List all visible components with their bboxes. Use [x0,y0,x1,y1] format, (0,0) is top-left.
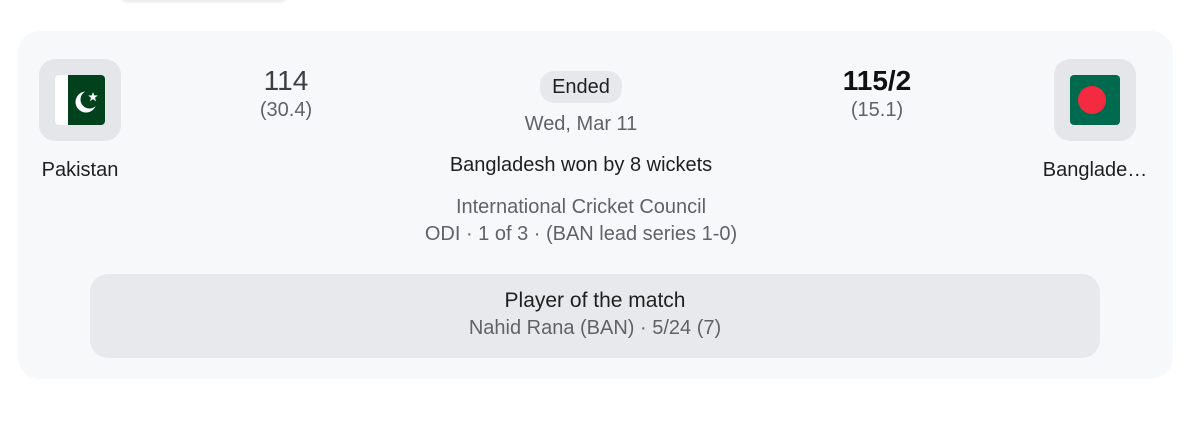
team-home[interactable]: Pakistan [10,59,150,182]
team-home-overs: (30.4) [259,99,313,121]
team-away[interactable]: Banglade… [1025,59,1165,182]
team-away-logo [1054,59,1136,141]
team-home-score: 114 (30.4) [216,65,356,122]
player-of-match-detail: Nahid Rana (BAN) · 5/24 (7) [468,317,722,339]
team-away-name: Banglade… [1042,159,1148,181]
team-away-score: 115/2 (15.1) [807,65,947,122]
team-home-logo [39,59,121,141]
team-away-overs: (15.1) [850,99,904,121]
match-date: Wed, Mar 11 [524,113,638,135]
match-result: Bangladesh won by 8 wickets [449,154,713,176]
player-of-match-button[interactable]: Player of the match Nahid Rana (BAN) · 5… [90,274,1100,358]
status-badge: Ended [540,71,622,103]
team-away-runs: 115/2 [842,65,912,96]
match-series: ODI · 1 of 3 · (BAN lead series 1-0) [424,223,738,245]
match-info: Ended Wed, Mar 11 Bangladesh won by 8 wi… [381,71,781,246]
player-of-match-title: Player of the match [504,289,686,312]
tab-stub[interactable] [118,0,290,2]
match-organizer: International Cricket Council [455,196,707,218]
match-card[interactable]: Pakistan 114 (30.4) Ended Wed, Mar 11 Ba… [18,31,1173,379]
bangladesh-flag-icon [1070,75,1120,125]
team-home-runs: 114 [263,65,309,96]
team-home-name: Pakistan [41,159,119,181]
pakistan-flag-icon [55,75,105,125]
